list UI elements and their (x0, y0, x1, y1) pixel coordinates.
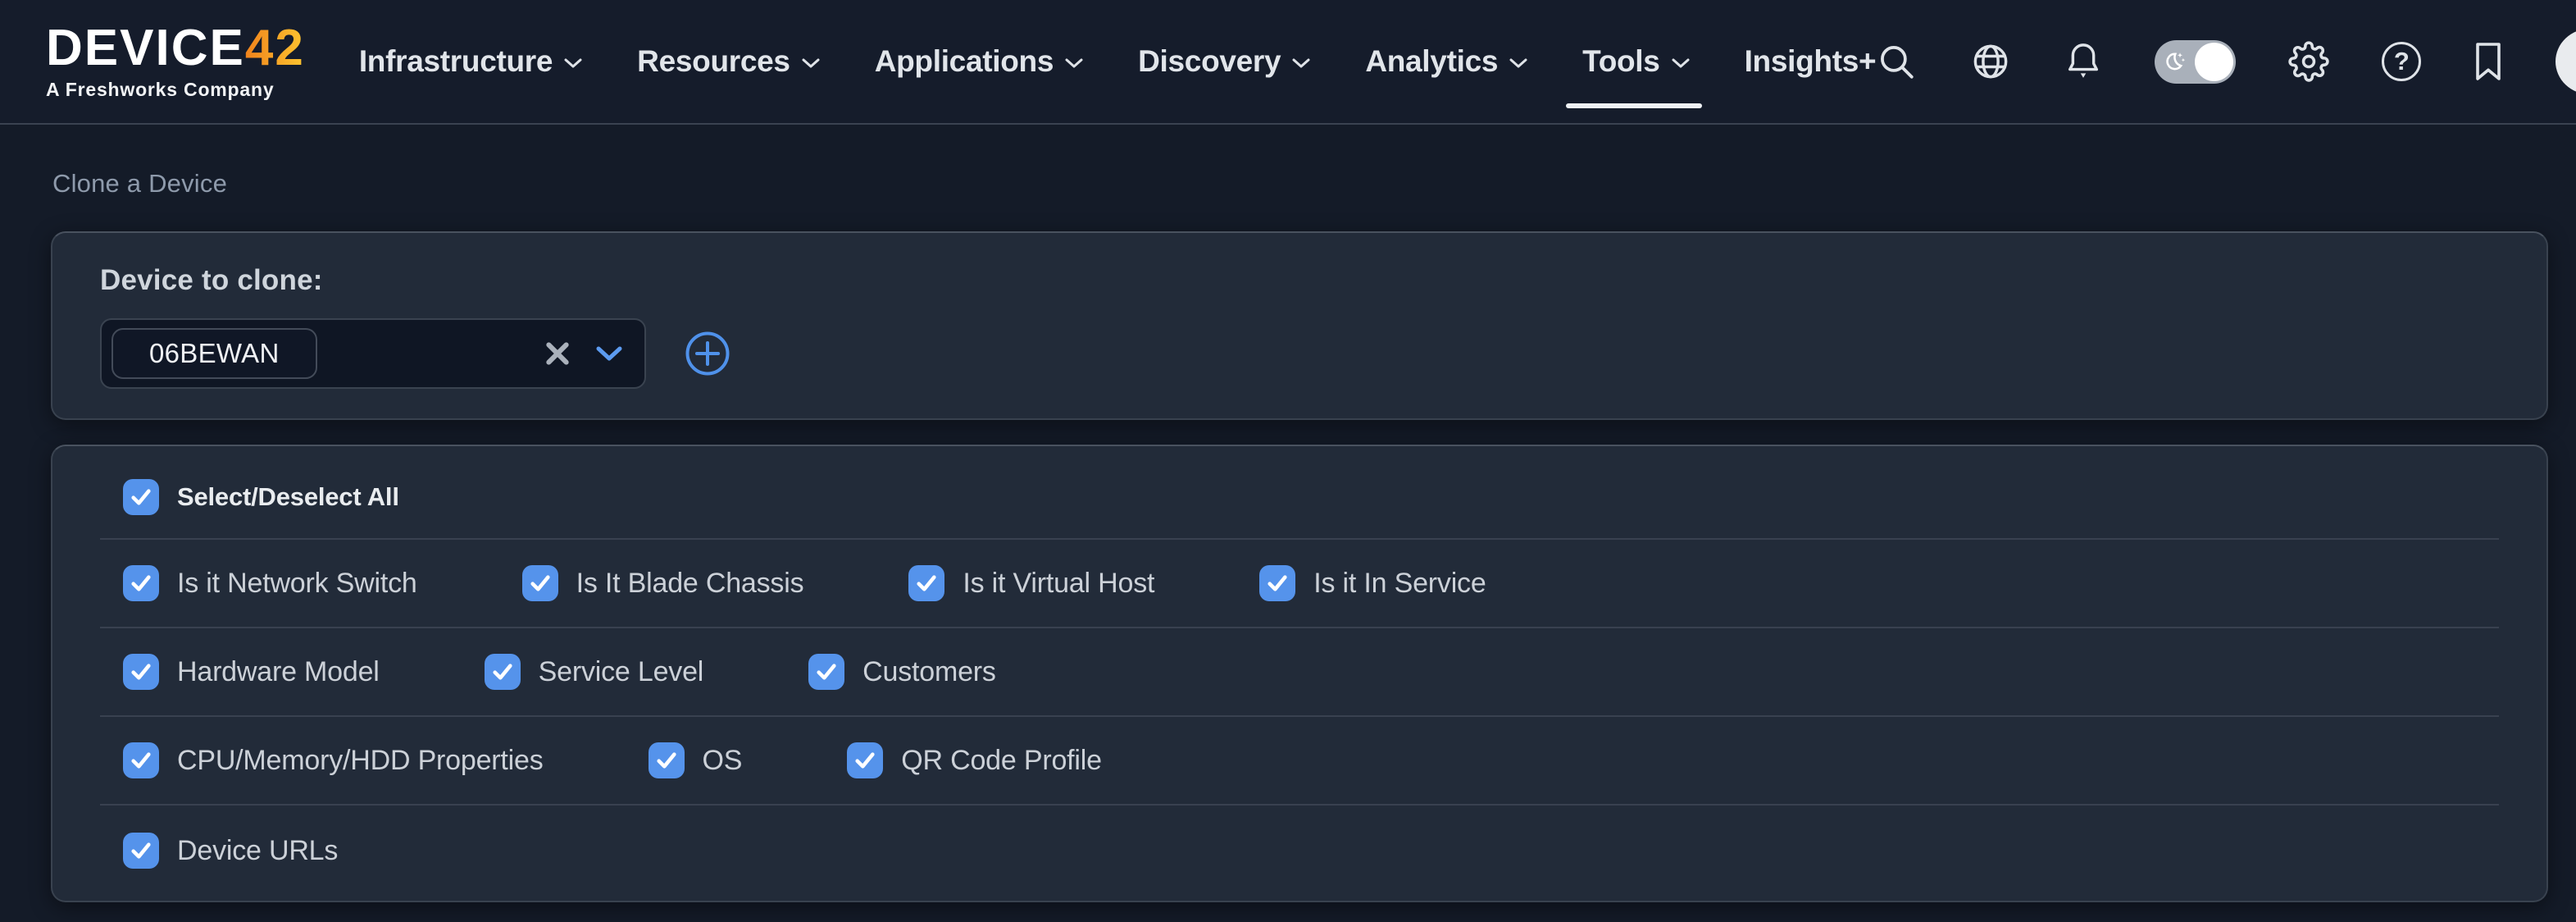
hardware-model-option[interactable]: Hardware Model (123, 654, 380, 690)
checkbox-is-it-network-switch[interactable] (123, 565, 159, 601)
checkbox-is-it-virtual-host[interactable] (908, 565, 944, 601)
is-it-blade-chassis-option[interactable]: Is It Blade Chassis (522, 565, 804, 601)
add-device-button[interactable] (684, 330, 731, 377)
checkbox-device-urls[interactable] (123, 833, 159, 869)
checkmark-icon (1264, 570, 1290, 596)
service-level-option[interactable]: Service Level (485, 654, 704, 690)
device42-logo[interactable]: DEVICE42 A Freshworks Company (46, 23, 305, 101)
customers-option[interactable]: Customers (808, 654, 996, 690)
checkbox-is-it-in-service[interactable] (1259, 565, 1295, 601)
bookmark-icon[interactable] (2474, 42, 2503, 81)
checkbox-qr-code-profile[interactable] (847, 742, 883, 778)
menu-analytics[interactable]: Analytics (1365, 44, 1528, 79)
checkmark-icon (527, 570, 553, 596)
selected-device-chip[interactable]: 06BEWAN (112, 328, 317, 379)
menu-discovery[interactable]: Discovery (1138, 44, 1311, 79)
select-deselect-all-option[interactable]: Select/Deselect All (123, 479, 399, 515)
device-to-clone-panel: Device to clone: 06BEWAN (51, 231, 2548, 420)
checkmark-icon (128, 484, 154, 510)
clear-selection-icon[interactable] (544, 340, 571, 367)
chevron-down-icon (1064, 57, 1084, 69)
menu-applications[interactable]: Applications (875, 44, 1084, 79)
is-it-in-service-option[interactable]: Is it In Service (1259, 565, 1486, 601)
question-mark-glyph: ? (2382, 42, 2421, 81)
logo-tagline: A Freshworks Company (46, 79, 305, 101)
device-select[interactable]: 06BEWAN (100, 318, 646, 389)
checkbox-select-deselect-all[interactable] (123, 479, 159, 515)
device-urls-option[interactable]: Device URLs (123, 833, 338, 869)
is-it-virtual-host-option[interactable]: Is it Virtual Host (908, 565, 1154, 601)
menu-insights-plus[interactable]: Insights+ (1745, 44, 1877, 79)
select-chevron-down-icon[interactable] (595, 345, 623, 362)
checkmark-icon (128, 659, 154, 685)
globe-icon[interactable] (1969, 40, 2012, 83)
dark-mode-toggle[interactable] (2155, 40, 2236, 84)
device-select-row: 06BEWAN (100, 318, 2499, 389)
logo-wordmark: DEVICE42 (46, 23, 305, 74)
help-icon[interactable]: ? (2382, 42, 2421, 81)
checkmark-icon (128, 838, 154, 864)
menu-infrastructure[interactable]: Infrastructure (359, 44, 583, 79)
checkmark-icon (852, 747, 878, 774)
is-it-network-switch-option[interactable]: Is it Network Switch (123, 565, 417, 601)
clone-options-panel: Select/Deselect All Is it Network Switch… (51, 445, 2548, 902)
search-icon[interactable] (1876, 41, 1917, 82)
checkmark-icon (128, 747, 154, 774)
device-to-clone-label: Device to clone: (100, 264, 2499, 297)
select-all-row: Select/Deselect All (100, 446, 2499, 540)
avatar[interactable]: A (2556, 29, 2576, 94)
options-row-1: Is it Network Switch Is It Blade Chassis… (100, 540, 2499, 628)
chevron-down-icon (1509, 57, 1528, 69)
bell-icon[interactable] (2064, 41, 2102, 82)
checkbox-os[interactable] (649, 742, 685, 778)
checkbox-hardware-model[interactable] (123, 654, 159, 690)
checkmark-icon (128, 570, 154, 596)
gear-icon[interactable] (2288, 41, 2329, 82)
chevron-down-icon (563, 57, 583, 69)
checkbox-cpu-memory-hdd-properties[interactable] (123, 742, 159, 778)
chevron-down-icon (1671, 57, 1691, 69)
navbar-actions: ? A (1876, 29, 2576, 94)
checkmark-icon (913, 570, 940, 596)
cpu-memory-hdd-properties-option[interactable]: CPU/Memory/HDD Properties (123, 742, 544, 778)
qr-code-profile-option[interactable]: QR Code Profile (847, 742, 1102, 778)
selected-device-name: 06BEWAN (149, 338, 280, 369)
checkmark-icon (813, 659, 840, 685)
toggle-knob[interactable] (2195, 43, 2233, 81)
menu-resources[interactable]: Resources (637, 44, 821, 79)
checkbox-customers[interactable] (808, 654, 844, 690)
menu-tools[interactable]: Tools (1582, 44, 1690, 79)
options-row-3: CPU/Memory/HDD Properties OS QR Code Pro… (100, 717, 2499, 806)
checkmark-icon (489, 659, 516, 685)
moon-stars-icon (2160, 48, 2190, 77)
options-row-2: Hardware Model Service Level Customers (100, 628, 2499, 717)
checkbox-service-level[interactable] (485, 654, 521, 690)
checkbox-is-it-blade-chassis[interactable] (522, 565, 558, 601)
options-row-4: Device URLs (100, 806, 2499, 901)
main-menu: Infrastructure Resources Applications Di… (359, 44, 1877, 79)
checkmark-icon (653, 747, 680, 774)
top-navbar: DEVICE42 A Freshworks Company Infrastruc… (0, 0, 2576, 125)
chevron-down-icon (801, 57, 821, 69)
chevron-down-icon (1291, 57, 1311, 69)
page-title: Clone a Device (52, 169, 2576, 199)
os-option[interactable]: OS (649, 742, 743, 778)
